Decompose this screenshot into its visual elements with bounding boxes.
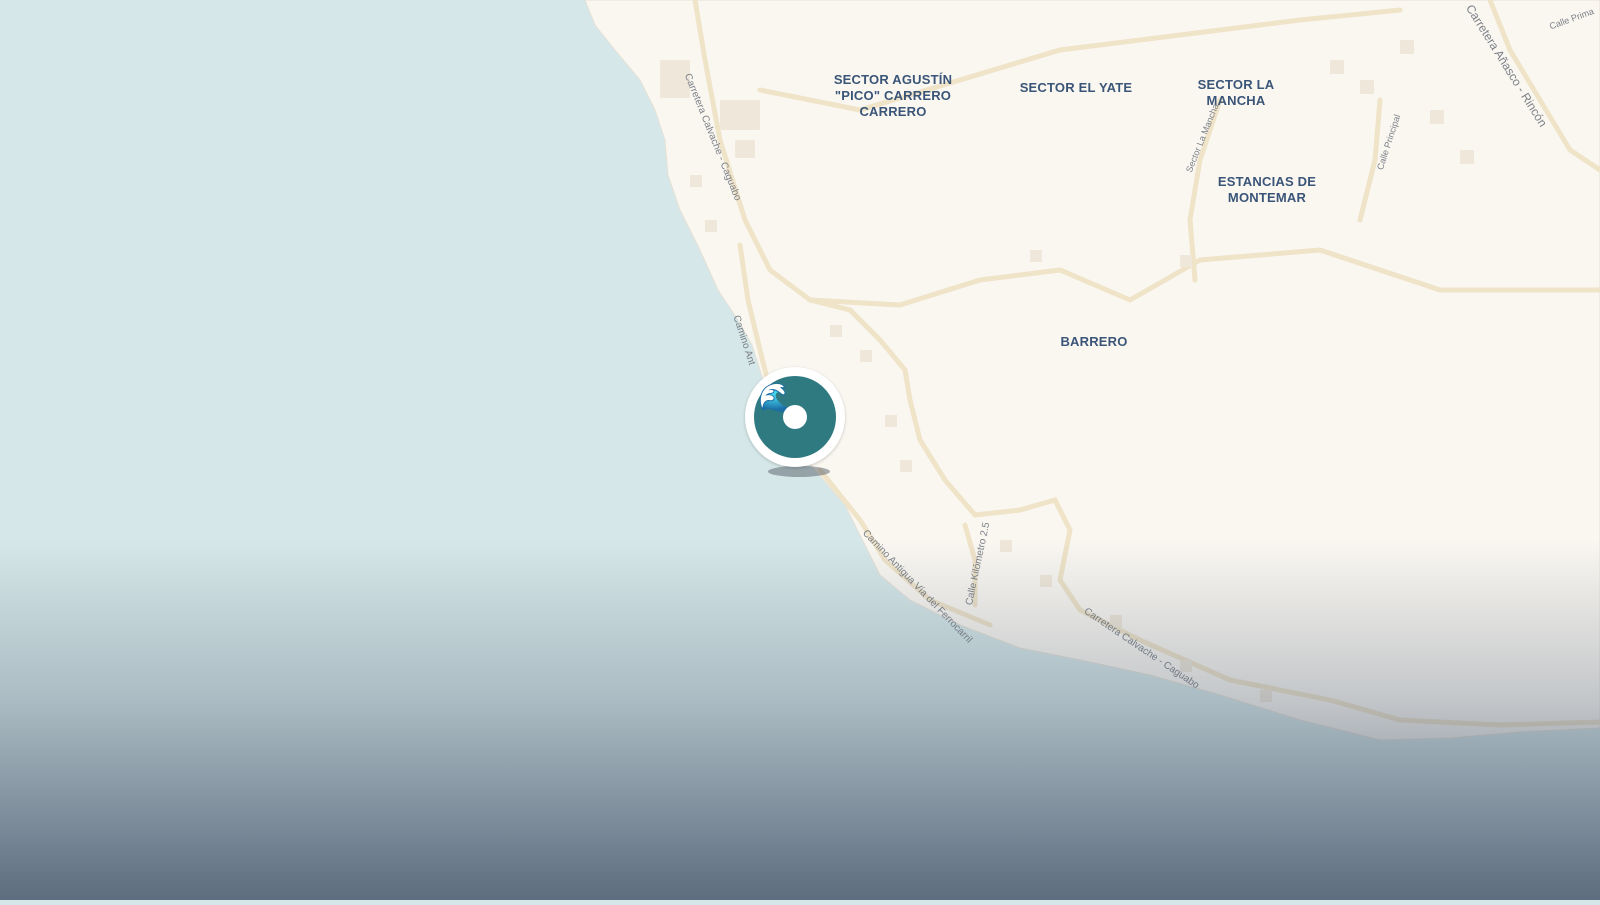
- marker-shadow: [768, 466, 830, 477]
- area-label-barrero: BARRERO: [1060, 334, 1128, 349]
- area-label-sector-agustin: SECTOR AGUSTÍN "PICO" CARRERO CARRERO: [833, 72, 953, 119]
- marker-badge: 🌊: [754, 376, 836, 458]
- marker-center-dot: [783, 405, 807, 429]
- area-label-sector-el-yate: SECTOR EL YATE: [1019, 80, 1133, 95]
- area-label-sector-la-mancha: SECTOR LA MANCHA: [1197, 77, 1275, 108]
- area-label-estancias-de-montemar: ESTANCIAS DE MONTEMAR: [1217, 174, 1317, 205]
- location-marker[interactable]: 🌊: [745, 367, 845, 467]
- map-canvas[interactable]: SECTOR AGUSTÍN "PICO" CARRERO CARRERO SE…: [0, 0, 1600, 900]
